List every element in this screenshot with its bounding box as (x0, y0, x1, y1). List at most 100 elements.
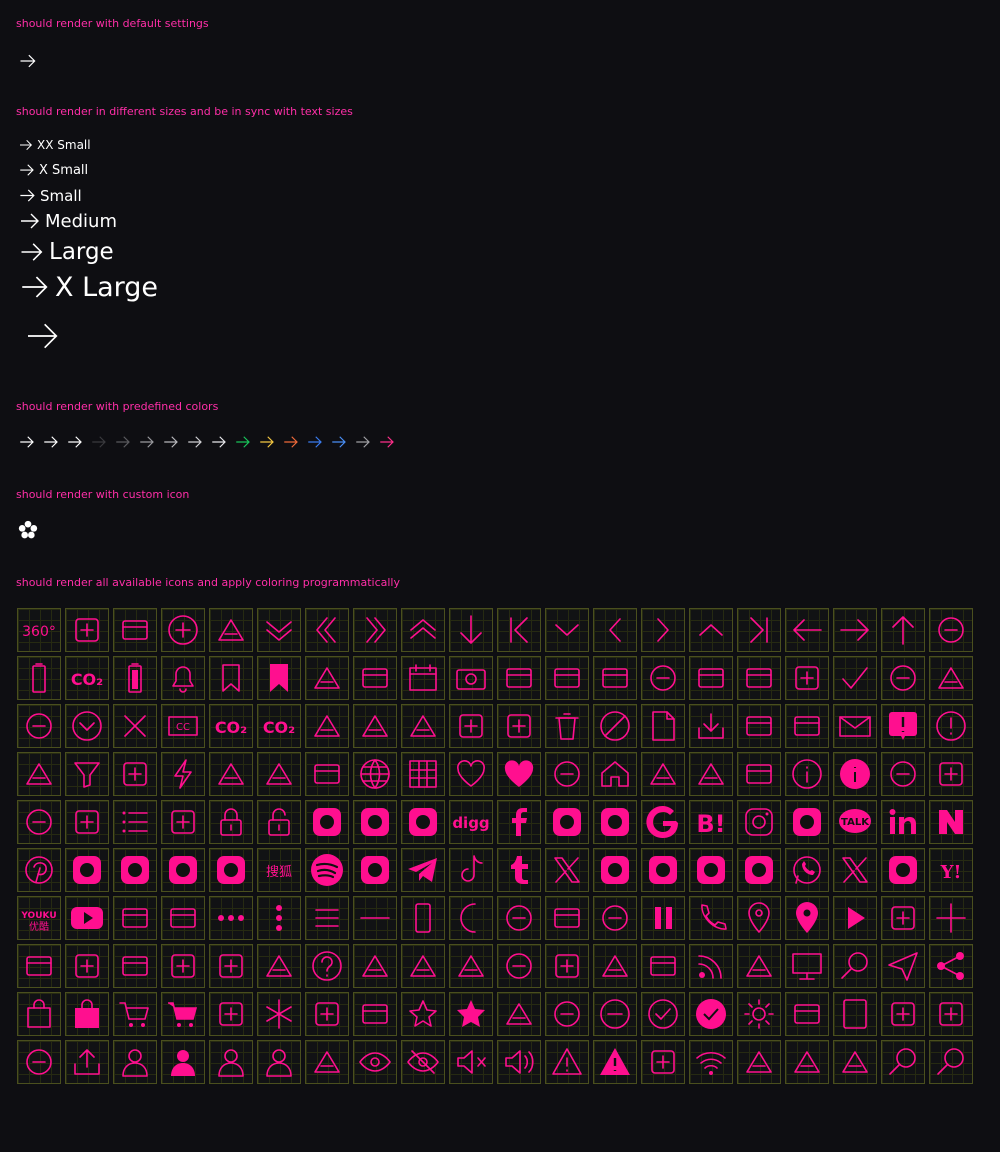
size-row-x-large: X Large (18, 270, 158, 304)
moon-icon (449, 896, 493, 940)
section-title-all-icons: should render all available icons and ap… (16, 576, 401, 589)
size-label: Large (49, 239, 114, 265)
volume-off-icon (449, 1040, 493, 1084)
plug-icon (881, 896, 925, 940)
star-icon (401, 992, 445, 1036)
zoom-in-icon (881, 1040, 925, 1084)
logo-wechat-icon (689, 848, 733, 892)
climate-icon (929, 656, 973, 700)
lock-open-icon (257, 800, 301, 844)
arrow-right-icon (258, 433, 282, 451)
menu-dots-vertical-icon (257, 896, 301, 940)
route-2-icon (641, 944, 685, 988)
globe-icon (353, 752, 397, 796)
logo-tumblr-icon (497, 848, 541, 892)
grid-icon (401, 752, 445, 796)
clock-icon (65, 704, 109, 748)
calculator-icon (353, 656, 397, 700)
section-title-default: should render with default settings (16, 17, 209, 30)
arrow-right-icon (20, 189, 35, 202)
upload-icon (65, 1040, 109, 1084)
configurate-icon (353, 704, 397, 748)
colored-arrows-row (18, 433, 402, 451)
logo-viber-icon (593, 848, 637, 892)
stopwatch-icon (545, 992, 589, 1036)
air-heater-icon (113, 608, 157, 652)
locate-icon (161, 800, 205, 844)
svg-text:YOUKU: YOUKU (20, 911, 56, 921)
arrow-head-down-icon (545, 608, 589, 652)
arrow-left-icon (785, 608, 829, 652)
screen-icon (785, 944, 829, 988)
sort-icon (305, 992, 349, 1036)
battery-empty-icon (17, 656, 61, 700)
arrow-down-icon (449, 608, 493, 652)
gift-icon (305, 752, 349, 796)
section-title-sizes: should render in different sizes and be … (16, 105, 353, 118)
shopping-cart-icon (113, 992, 157, 1036)
user-icon (113, 1040, 157, 1084)
chart-icon (737, 656, 781, 700)
arrow-right-icon (114, 433, 138, 451)
light-icon (65, 800, 109, 844)
leaf-icon (929, 752, 973, 796)
car-battery-icon (545, 656, 589, 700)
increase-icon (737, 752, 781, 796)
svg-text:CO₂: CO₂ (71, 670, 103, 689)
co2-emission-icon: CO₂ (257, 704, 301, 748)
document-icon (641, 704, 685, 748)
filter-icon (65, 752, 109, 796)
logo-baidu-icon (353, 800, 397, 844)
edit-end-icon (737, 704, 781, 748)
shopping-cart-filled-icon (161, 992, 205, 1036)
card-icon (593, 656, 637, 700)
arrow-last-icon (737, 608, 781, 652)
video-icon (305, 1040, 349, 1084)
sun-icon (737, 992, 781, 1036)
arrow-right-icon (18, 50, 38, 71)
size-row-medium: Medium (18, 209, 117, 233)
bookmark-filled-icon (257, 656, 301, 700)
logo-sohu-icon: 搜狐 (257, 848, 301, 892)
arrow-head-up-icon (689, 608, 733, 652)
user-group-icon (209, 1040, 253, 1084)
parking-brake-icon (545, 896, 589, 940)
racing-flag-icon (353, 944, 397, 988)
user-manual-icon (257, 1040, 301, 1084)
bell-icon (161, 656, 205, 700)
pivot-icon (113, 944, 157, 988)
push-pin-off-icon (209, 944, 253, 988)
list-icon (113, 800, 157, 844)
fuel-station-icon (209, 752, 253, 796)
email-icon (833, 704, 877, 748)
arrow-right-icon (833, 608, 877, 652)
volume-up-icon (497, 1040, 541, 1084)
charging-station-icon (689, 656, 733, 700)
arrow-head-right-icon (641, 608, 685, 652)
shopping-bag-icon (17, 992, 61, 1036)
search-icon (833, 944, 877, 988)
climate-control-icon (17, 704, 61, 748)
closed-caption-icon: CC (161, 704, 205, 748)
leather-icon (17, 800, 61, 844)
share-icon (929, 944, 973, 988)
logo-vk-icon (641, 848, 685, 892)
arrow-double-right-icon (353, 608, 397, 652)
logo-qq-icon (65, 848, 109, 892)
pin-filled-icon (785, 896, 829, 940)
shopping-bag-filled-icon (65, 992, 109, 1036)
logo-hatena-icon: B! (689, 800, 733, 844)
information-icon (785, 752, 829, 796)
minus-icon (353, 896, 397, 940)
logo-whatsapp-icon (785, 848, 829, 892)
send-icon (881, 944, 925, 988)
logo-linkedin-icon (881, 800, 925, 844)
return-icon (545, 944, 589, 988)
disable-icon (593, 704, 637, 748)
size-row-xx-small: XX Small (18, 137, 91, 153)
logo-x-icon (833, 848, 877, 892)
success-icon (641, 992, 685, 1036)
work-icon (737, 1040, 781, 1084)
svg-text:Y!: Y! (940, 862, 962, 883)
arrow-right-icon (186, 433, 210, 451)
